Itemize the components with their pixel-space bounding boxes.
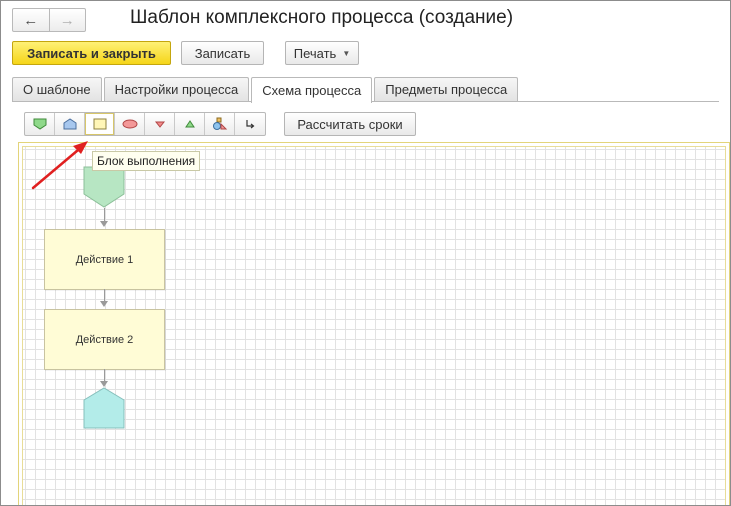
tab-process-scheme[interactable]: Схема процесса: [251, 77, 373, 103]
start-shape-tool[interactable]: [25, 113, 55, 135]
forward-button[interactable]: →: [48, 9, 86, 31]
end-shape[interactable]: [83, 387, 125, 429]
flow-arrow-icon: [100, 221, 108, 227]
subprocess-shape-tool[interactable]: [205, 113, 235, 135]
action-block-tool[interactable]: [85, 113, 115, 135]
action-block-1[interactable]: Действие 1: [44, 229, 165, 290]
save-button[interactable]: Записать: [181, 41, 264, 65]
process-template-window: ← → Шаблон комплексного процесса (создан…: [0, 0, 731, 506]
condition-shape-icon: [122, 119, 137, 129]
start-shape-icon: [33, 118, 46, 130]
print-button[interactable]: Печать ▼: [285, 41, 359, 65]
annotation-arrow-icon: [31, 141, 88, 190]
flow-line: [104, 208, 105, 222]
arrow-right-icon: →: [59, 11, 75, 29]
nav-buttons: ← →: [12, 8, 86, 32]
subprocess-shape-icon: [212, 117, 227, 130]
flow-arrow-icon: [100, 301, 108, 307]
connector-icon: [246, 120, 255, 129]
end-shape-icon: [63, 118, 76, 130]
join-shape-icon: [154, 121, 165, 128]
back-button[interactable]: ←: [13, 9, 49, 31]
tooltip-action-block: Блок выполнения: [92, 151, 201, 171]
split-shape-icon: [184, 120, 195, 128]
arrow-left-icon: ←: [23, 11, 39, 29]
join-shape-tool[interactable]: [145, 113, 175, 135]
window-title: Шаблон комплексного процесса (создание): [130, 7, 514, 28]
flow-line: [104, 369, 105, 381]
condition-shape-tool[interactable]: [115, 113, 145, 135]
action-block-icon: [93, 118, 106, 130]
end-shape-tool[interactable]: [55, 113, 85, 135]
tab-strip: О шаблоне Настройки процесса Схема проце…: [12, 77, 520, 103]
print-label: Печать: [293, 45, 337, 61]
flow-line: [104, 289, 105, 301]
calculate-deadlines-button[interactable]: Рассчитать сроки: [284, 112, 416, 136]
tab-process-subjects[interactable]: Предметы процесса: [374, 77, 519, 101]
tab-process-settings[interactable]: Настройки процесса: [103, 77, 250, 101]
action-block-2[interactable]: Действие 2: [44, 309, 165, 370]
save-and-close-button[interactable]: Записать и закрыть: [12, 41, 171, 65]
split-shape-tool[interactable]: [175, 113, 205, 135]
shape-toolbar: [24, 112, 266, 136]
chevron-down-icon: ▼: [342, 48, 351, 58]
connector-tool[interactable]: [235, 113, 265, 135]
tab-about-template[interactable]: О шаблоне: [12, 77, 102, 101]
